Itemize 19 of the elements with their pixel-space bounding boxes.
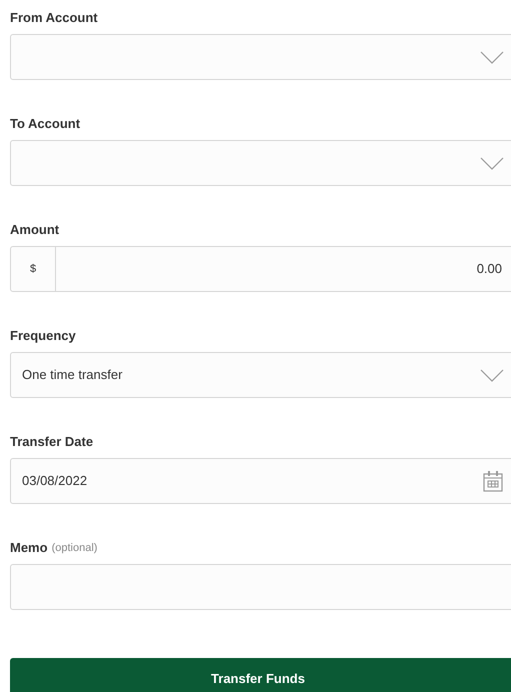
dropdown-field[interactable]: One time transfer bbox=[10, 352, 511, 398]
transfer-funds-button[interactable]: Transfer Funds bbox=[10, 658, 511, 692]
field-label: To Account bbox=[10, 115, 80, 134]
calendar-icon bbox=[483, 470, 503, 492]
chevron-down-icon bbox=[480, 50, 504, 64]
memo-field[interactable] bbox=[10, 564, 511, 610]
currency-prefix: $ bbox=[11, 247, 56, 291]
dropdown-field[interactable] bbox=[10, 140, 511, 186]
field-label: Memo bbox=[10, 539, 48, 558]
amount-field[interactable]: $ 0.00 bbox=[10, 246, 511, 292]
field-label: Frequency bbox=[10, 327, 76, 346]
dropdown-field[interactable] bbox=[10, 34, 511, 80]
field-label: Amount bbox=[10, 221, 60, 240]
chevron-down-icon bbox=[480, 368, 504, 382]
field-label: From Account bbox=[10, 9, 98, 28]
chevron-down-icon bbox=[480, 156, 504, 170]
optional-hint: (optional) bbox=[52, 540, 98, 556]
date-field[interactable]: 03/08/2022 bbox=[10, 458, 511, 504]
field-label: Transfer Date bbox=[10, 433, 94, 452]
